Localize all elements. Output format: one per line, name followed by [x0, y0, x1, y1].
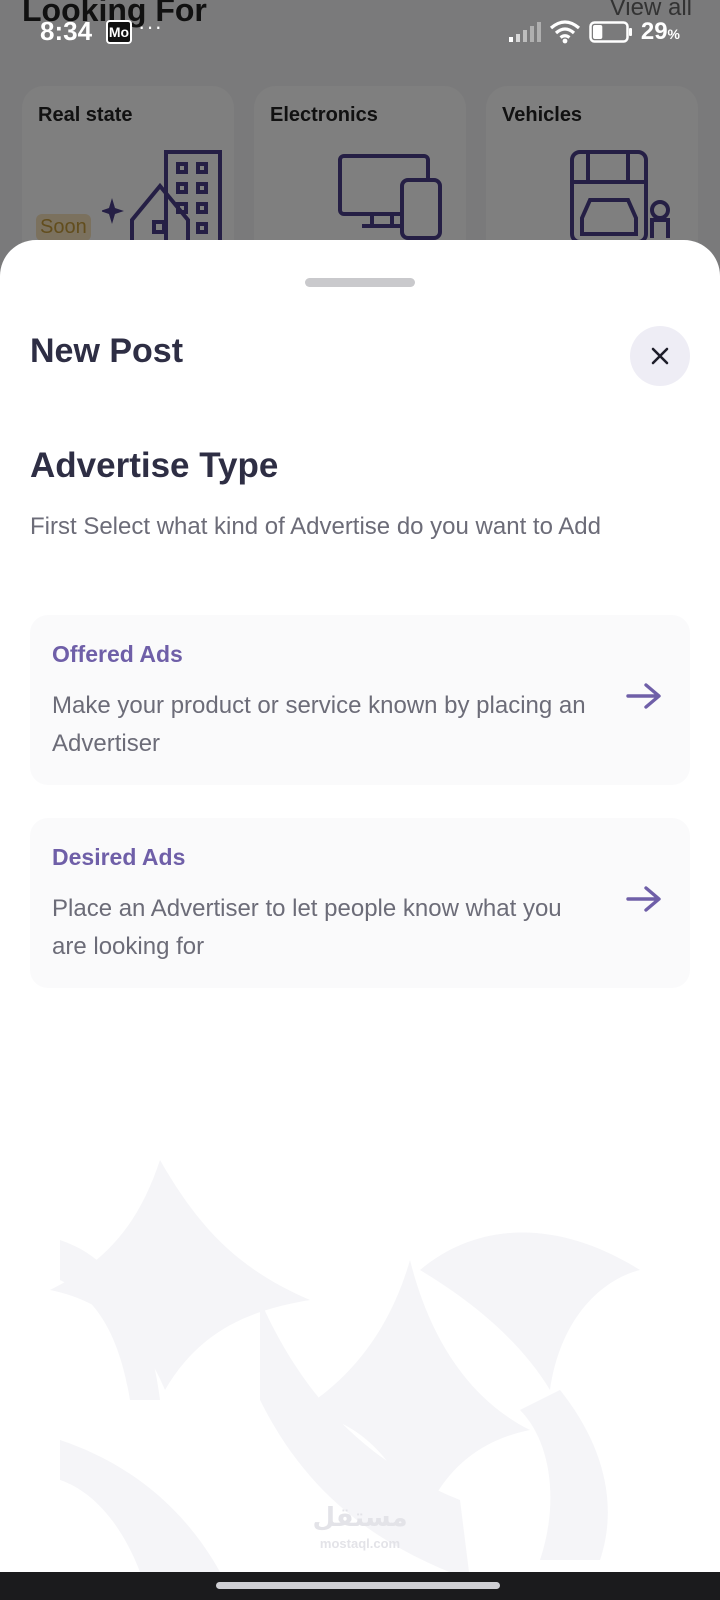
offered-ads-option[interactable]: Offered Ads Make your product or service…: [30, 615, 690, 785]
drag-handle[interactable]: [305, 278, 415, 287]
new-post-sheet: New Post Advertise Type First Select wha…: [0, 240, 720, 1572]
option-description: Place an Advertiser to let people know w…: [52, 895, 562, 960]
sheet-title: New Post: [30, 332, 184, 370]
watermark-arabic-text: مستقل: [312, 1502, 408, 1532]
watermark-url-text: mostaql.com: [319, 1536, 401, 1551]
medium-app-icon: Mo: [106, 20, 132, 44]
battery-icon: [589, 21, 632, 43]
battery-percentage: 29%: [640, 18, 680, 45]
option-title: Offered Ads: [52, 641, 183, 667]
more-notifications-icon: ···: [138, 14, 163, 39]
system-navigation-bar: [0, 1572, 720, 1600]
arrow-right-icon: [626, 683, 661, 709]
option-title: Desired Ads: [52, 844, 186, 870]
wifi-icon: [549, 20, 580, 44]
arrow-right-icon: [626, 886, 661, 912]
status-bar: 8:34 Mo ··· 29%: [0, 0, 720, 64]
close-icon: [651, 347, 669, 365]
close-button[interactable]: [630, 326, 690, 386]
option-description: Make your product or service known by pl…: [52, 692, 586, 757]
signal-icon: [508, 22, 541, 42]
desired-ads-option[interactable]: Desired Ads Place an Advertiser to let p…: [30, 818, 690, 988]
section-description: First Select what kind of Advertise do y…: [30, 513, 601, 540]
home-gesture-handle[interactable]: [216, 1582, 500, 1589]
section-title: Advertise Type: [30, 446, 279, 485]
status-time: 8:34: [40, 16, 93, 46]
